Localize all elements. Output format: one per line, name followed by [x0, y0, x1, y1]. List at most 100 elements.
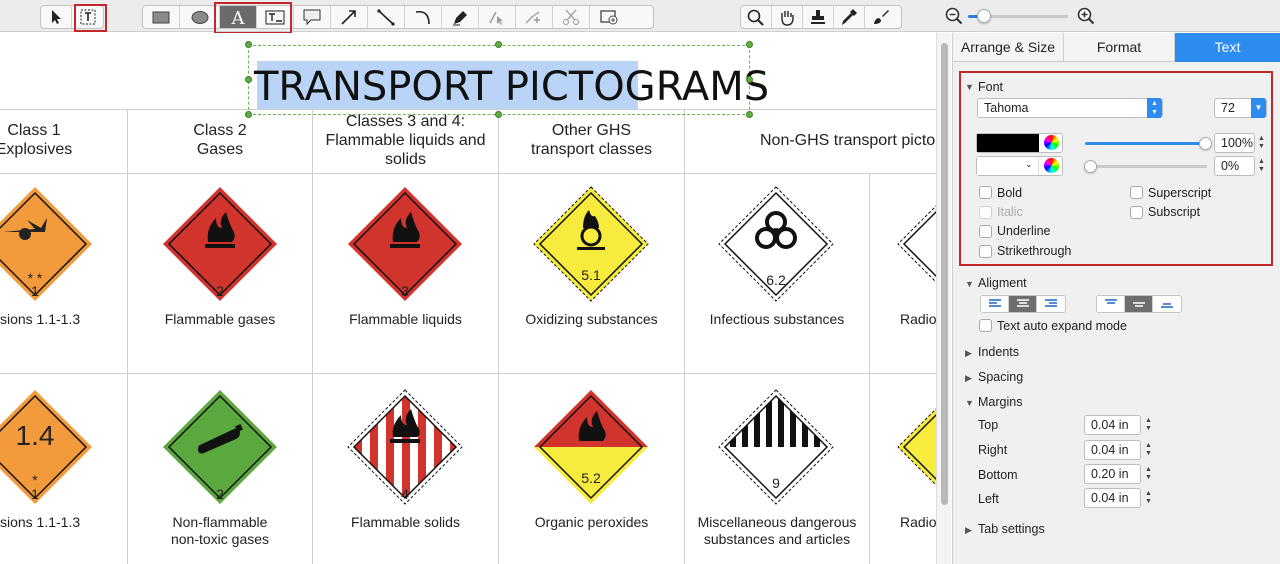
- diagram-canvas[interactable]: TRANSPORT PICTOGRAMS Class 1 Explosives …: [0, 33, 936, 564]
- organic-peroxide-pictogram: [534, 390, 648, 504]
- text-tool-button[interactable]: A: [220, 6, 257, 28]
- column-header: Classes 3 and 4: Flammable liquids and s…: [325, 112, 486, 168]
- rectangle-tool-button[interactable]: [143, 6, 180, 28]
- text-opacity-stepper[interactable]: ▲ ▼: [1256, 133, 1267, 153]
- zoom-tool-button[interactable]: [741, 6, 772, 28]
- spline-tool-button[interactable]: [516, 6, 553, 28]
- collapse-triangle-icon[interactable]: ▼: [965, 398, 974, 408]
- tab-format[interactable]: Format: [1064, 33, 1175, 62]
- scrollbar-thumb[interactable]: [941, 43, 948, 505]
- expand-triangle-icon[interactable]: ▶: [965, 348, 972, 359]
- resize-handle[interactable]: [746, 41, 753, 48]
- expand-triangle-icon[interactable]: ▶: [965, 525, 972, 536]
- text-frame-tool-button[interactable]: [72, 6, 103, 28]
- callout-tool-button[interactable]: [294, 6, 331, 28]
- ellipse-tool-button[interactable]: [180, 6, 220, 28]
- color-wheel-icon[interactable]: [1044, 135, 1059, 150]
- text-color-well[interactable]: [976, 133, 1063, 153]
- select-tool-button[interactable]: [41, 6, 72, 28]
- pen-tool-button[interactable]: [442, 6, 479, 28]
- text-opacity-slider[interactable]: [1085, 142, 1207, 145]
- zoom-in-icon[interactable]: [1077, 7, 1095, 25]
- font-size-select[interactable]: 72 ▼: [1214, 98, 1267, 118]
- margin-right-stepper[interactable]: ▲ ▼: [1143, 440, 1154, 460]
- arrow-tool-button[interactable]: [331, 6, 368, 28]
- zoom-out-icon[interactable]: [945, 7, 963, 25]
- collapse-triangle-icon[interactable]: ▼: [965, 82, 974, 92]
- align-right-button[interactable]: [1037, 296, 1065, 312]
- tab-text[interactable]: Text: [1175, 33, 1280, 62]
- pictogram-caption: Miscellaneous dangerous substances and a…: [697, 514, 857, 547]
- canvas-vertical-scrollbar[interactable]: [936, 33, 951, 564]
- margin-top-stepper[interactable]: ▲ ▼: [1143, 415, 1154, 435]
- background-opacity-field[interactable]: 0%: [1214, 156, 1255, 176]
- resize-handle[interactable]: [746, 111, 753, 118]
- resize-handle[interactable]: [746, 76, 753, 83]
- resize-handle[interactable]: [245, 41, 252, 48]
- color-wheel-icon[interactable]: [1044, 158, 1059, 173]
- align-top-button[interactable]: [1097, 296, 1125, 312]
- scissors-tool-button[interactable]: [553, 6, 590, 28]
- section-indents[interactable]: Indents: [978, 345, 1019, 359]
- superscript-checkbox[interactable]: [1130, 186, 1143, 199]
- subscript-checkbox[interactable]: [1130, 206, 1143, 219]
- pictogram-number: 5.1: [581, 267, 601, 283]
- background-opacity-slider[interactable]: [1085, 165, 1207, 168]
- pictogram-caption: Radio: [900, 311, 936, 327]
- font-family-select[interactable]: Tahoma ▲ ▼: [977, 98, 1163, 118]
- column-header: Class 1 Explosives: [0, 122, 73, 158]
- resize-handle[interactable]: [495, 41, 502, 48]
- margin-bottom-value: 0.20 in: [1091, 467, 1129, 481]
- margin-right-field[interactable]: 0.04 in: [1084, 440, 1141, 460]
- title-text-box[interactable]: TRANSPORT PICTOGRAMS: [248, 45, 769, 115]
- pictogram-division: 1.4: [15, 420, 55, 451]
- background-opacity-stepper[interactable]: ▲ ▼: [1256, 156, 1267, 176]
- align-left-button[interactable]: [981, 296, 1009, 312]
- margin-top-field[interactable]: 0.04 in: [1084, 415, 1141, 435]
- underline-checkbox[interactable]: [979, 225, 992, 238]
- align-middle-button[interactable]: [1125, 296, 1153, 312]
- margin-bottom-stepper[interactable]: ▲ ▼: [1143, 464, 1154, 484]
- brush-tool-button[interactable]: [865, 6, 896, 28]
- text-opacity-field[interactable]: 100%: [1214, 133, 1255, 153]
- stamp-tool-button[interactable]: [803, 6, 834, 28]
- font-family-value: Tahoma: [984, 101, 1029, 115]
- text-auto-expand-checkbox[interactable]: [979, 319, 992, 332]
- pictogram-number: 3: [401, 283, 409, 299]
- font-size-value: 72: [1221, 101, 1235, 115]
- align-center-button[interactable]: [1009, 296, 1037, 312]
- background-opacity-slider-thumb[interactable]: [1084, 160, 1097, 173]
- italic-checkbox[interactable]: [979, 206, 992, 219]
- insert-tool-button[interactable]: [590, 6, 627, 28]
- text-opacity-slider-thumb[interactable]: [1199, 137, 1212, 150]
- eyedropper-tool-button[interactable]: [834, 6, 865, 28]
- horizontal-alignment-control[interactable]: [980, 295, 1066, 313]
- tab-arrange-size[interactable]: Arrange & Size: [953, 33, 1064, 62]
- strikethrough-checkbox[interactable]: [979, 245, 992, 258]
- hand-tool-button[interactable]: [772, 6, 803, 28]
- pictogram-number: 4: [401, 486, 409, 502]
- line-icon: [377, 9, 395, 26]
- bold-checkbox[interactable]: [979, 186, 992, 199]
- spline-icon: [525, 11, 540, 24]
- vertical-alignment-control[interactable]: [1096, 295, 1182, 313]
- section-tab-settings[interactable]: Tab settings: [978, 522, 1045, 536]
- collapse-triangle-icon[interactable]: ▼: [965, 279, 974, 289]
- stamp-icon: [811, 10, 825, 24]
- text-box-tool-button[interactable]: [257, 6, 294, 28]
- align-bottom-button[interactable]: [1153, 296, 1181, 312]
- section-spacing[interactable]: Spacing: [978, 370, 1023, 384]
- resize-handle[interactable]: [245, 76, 252, 83]
- expand-triangle-icon[interactable]: ▶: [965, 373, 972, 384]
- bezier-tool-button[interactable]: [479, 6, 516, 28]
- zoom-slider-thumb[interactable]: [977, 9, 991, 23]
- margin-bottom-field[interactable]: 0.20 in: [1084, 464, 1141, 484]
- margin-left-stepper[interactable]: ▲ ▼: [1143, 488, 1154, 508]
- background-color-well[interactable]: ⌄: [976, 156, 1063, 176]
- line-tool-button[interactable]: [368, 6, 405, 28]
- ellipse-icon: [191, 11, 208, 24]
- margin-left-field[interactable]: 0.04 in: [1084, 488, 1141, 508]
- text-auto-expand-label: Text auto expand mode: [997, 319, 1127, 333]
- page-title[interactable]: TRANSPORT PICTOGRAMS: [254, 64, 769, 110]
- arc-tool-button[interactable]: [405, 6, 442, 28]
